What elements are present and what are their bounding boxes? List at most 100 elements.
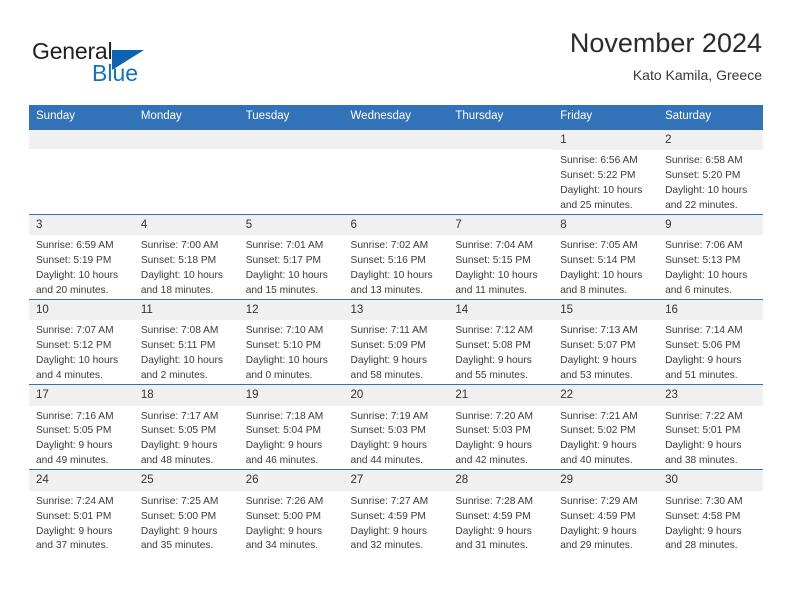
calendar-day-cell[interactable]: 24 Sunrise: 7:24 AM Sunset: 5:01 PM Dayligh… <box>29 469 134 555</box>
day-info-line: Sunrise: 7:10 AM <box>245 325 324 337</box>
calendar-day-cell[interactable]: 20 Sunrise: 7:19 AM Sunset: 5:03 PM Dayligh… <box>343 384 449 470</box>
calendar-day-cell-empty <box>133 128 239 215</box>
day-info-line: Sunrise: 6:59 AM <box>36 240 114 252</box>
day-sun-info: Sunrise: 6:59 AM Sunset: 5:19 PM Daylight:… <box>29 235 134 299</box>
day-info-line: Sunrise: 6:58 AM <box>665 155 743 167</box>
calendar-day-cell[interactable]: 23 Sunrise: 7:22 AM Sunset: 5:01 PM Dayligh… <box>658 384 763 470</box>
calendar-day-cell[interactable]: 17 Sunrise: 7:16 AM Sunset: 5:05 PM Dayligh… <box>29 384 134 470</box>
day-info-line: Sunset: 5:10 PM <box>245 340 322 352</box>
day-sun-info: Sunrise: 7:13 AM Sunset: 5:07 PM Daylight:… <box>553 320 658 384</box>
day-info-line: Sunset: 5:09 PM <box>350 340 426 352</box>
day-info-line: and 48 minutes. <box>140 455 214 467</box>
day-sun-info: Sunrise: 7:25 AM Sunset: 5:00 PM Daylight:… <box>134 491 239 555</box>
day-info-line: Sunset: 4:59 PM <box>455 510 531 522</box>
calendar-day-cell[interactable]: 19 Sunrise: 7:18 AM Sunset: 5:04 PM Dayligh… <box>238 384 344 470</box>
day-info-line: and 38 minutes. <box>665 455 738 467</box>
day-info-line: Sunset: 4:58 PM <box>665 510 741 522</box>
day-info-line: Sunrise: 7:12 AM <box>455 325 533 337</box>
day-info-line: Daylight: 9 hours <box>560 525 637 537</box>
day-info-line: and 22 minutes. <box>665 199 738 211</box>
day-number: 10 <box>29 300 134 321</box>
weekday-header-friday: Friday <box>553 105 659 130</box>
day-info-line: Sunrise: 7:01 AM <box>245 240 324 252</box>
calendar-day-cell[interactable]: 29 Sunrise: 7:29 AM Sunset: 4:59 PM Dayligh… <box>553 469 659 555</box>
calendar-day-cell[interactable]: 21 Sunrise: 7:20 AM Sunset: 5:03 PM Dayligh… <box>448 384 554 470</box>
day-info-line: and 2 minutes. <box>140 370 208 382</box>
day-number: 6 <box>343 214 449 236</box>
day-info-line: and 31 minutes. <box>455 540 528 552</box>
calendar-day-cell[interactable]: 28 Sunrise: 7:28 AM Sunset: 4:59 PM Dayligh… <box>448 469 554 555</box>
calendar-day-cell[interactable]: 30 Sunrise: 7:30 AM Sunset: 4:58 PM Dayligh… <box>658 469 763 555</box>
day-info-line: Sunset: 5:14 PM <box>560 255 636 267</box>
day-sun-info: Sunrise: 7:30 AM Sunset: 4:58 PM Daylight:… <box>658 491 763 555</box>
calendar-day-cell[interactable]: 10 Sunrise: 7:07 AM Sunset: 5:12 PM Dayligh… <box>29 299 134 385</box>
day-info-line: Sunset: 5:00 PM <box>140 510 217 522</box>
day-info-line: Sunrise: 7:17 AM <box>140 410 219 422</box>
day-info-line: Sunrise: 6:56 AM <box>560 155 638 167</box>
day-sun-info: Sunrise: 7:28 AM Sunset: 4:59 PM Daylight:… <box>448 491 553 555</box>
day-sun-info: Sunrise: 7:27 AM Sunset: 4:59 PM Daylight:… <box>344 491 449 555</box>
calendar-day-cell[interactable]: 15 Sunrise: 7:13 AM Sunset: 5:07 PM Dayligh… <box>553 299 659 385</box>
day-number: 20 <box>343 385 449 406</box>
calendar-day-cell[interactable]: 13 Sunrise: 7:11 AM Sunset: 5:09 PM Dayligh… <box>343 299 449 385</box>
calendar-day-cell[interactable]: 3 Sunrise: 6:59 AM Sunset: 5:19 PM Daylight… <box>29 213 134 300</box>
calendar-day-cell[interactable]: 27 Sunrise: 7:27 AM Sunset: 4:59 PM Dayligh… <box>343 469 449 555</box>
calendar-day-cell[interactable]: 8 Sunrise: 7:05 AM Sunset: 5:14 PM Daylight… <box>553 213 659 300</box>
calendar-day-cell[interactable]: 25 Sunrise: 7:25 AM Sunset: 5:00 PM Dayligh… <box>133 469 239 555</box>
calendar-day-cell[interactable]: 18 Sunrise: 7:17 AM Sunset: 5:05 PM Dayligh… <box>133 384 239 470</box>
day-info-line: Daylight: 10 hours <box>245 355 328 367</box>
day-info-line: Sunrise: 7:27 AM <box>350 495 429 507</box>
title-block: November 2024 Kato Kamila, Greece <box>570 28 762 83</box>
calendar-day-cell[interactable]: 2 Sunrise: 6:58 AM Sunset: 5:20 PM Daylight… <box>658 128 763 215</box>
calendar-day-cell[interactable]: 7 Sunrise: 7:04 AM Sunset: 5:15 PM Daylight… <box>448 213 554 300</box>
day-info-line: Daylight: 9 hours <box>560 440 637 452</box>
day-info-line: Daylight: 10 hours <box>665 185 748 197</box>
day-sun-info: Sunrise: 7:19 AM Sunset: 5:03 PM Daylight:… <box>344 406 449 470</box>
day-number: 24 <box>29 470 134 491</box>
calendar-day-cell[interactable]: 5 Sunrise: 7:01 AM Sunset: 5:17 PM Daylight… <box>238 213 344 300</box>
day-sun-info: Sunrise: 7:07 AM Sunset: 5:12 PM Daylight:… <box>29 320 134 384</box>
day-info-line: Daylight: 9 hours <box>36 525 113 537</box>
brand-logo[interactable]: General Blue <box>32 34 262 92</box>
day-sun-info: Sunrise: 7:06 AM Sunset: 5:13 PM Daylight:… <box>658 235 763 299</box>
day-info-line: Daylight: 10 hours <box>665 270 748 282</box>
day-info-line: and 18 minutes. <box>140 285 214 297</box>
day-info-line: Daylight: 9 hours <box>245 440 323 452</box>
day-sun-info: Sunrise: 7:29 AM Sunset: 4:59 PM Daylight:… <box>553 491 658 555</box>
day-info-line: Sunrise: 7:29 AM <box>560 495 638 507</box>
day-sun-info: Sunrise: 7:12 AM Sunset: 5:08 PM Daylight:… <box>448 320 553 384</box>
calendar-day-cell[interactable]: 16 Sunrise: 7:14 AM Sunset: 5:06 PM Dayligh… <box>658 299 763 385</box>
calendar-day-cell[interactable]: 1 Sunrise: 6:56 AM Sunset: 5:22 PM Daylight… <box>553 128 659 215</box>
day-info-line: Sunset: 5:19 PM <box>36 255 112 267</box>
calendar-day-cell[interactable]: 9 Sunrise: 7:06 AM Sunset: 5:13 PM Daylight… <box>658 213 763 300</box>
day-info-line: Daylight: 10 hours <box>36 270 119 282</box>
calendar-day-cell[interactable]: 6 Sunrise: 7:02 AM Sunset: 5:16 PM Daylight… <box>343 213 449 300</box>
day-number: 23 <box>658 385 763 406</box>
day-info-line: Sunset: 5:05 PM <box>140 425 217 437</box>
day-info-line: Sunrise: 7:19 AM <box>350 410 429 422</box>
calendar-week-row: 24 Sunrise: 7:24 AM Sunset: 5:01 PM Dayligh… <box>29 469 763 555</box>
calendar-day-cell[interactable]: 22 Sunrise: 7:21 AM Sunset: 5:02 PM Dayligh… <box>553 384 659 470</box>
calendar-day-cell[interactable]: 12 Sunrise: 7:10 AM Sunset: 5:10 PM Dayligh… <box>238 299 344 385</box>
day-info-line: and 28 minutes. <box>665 540 738 552</box>
calendar-day-cell[interactable]: 14 Sunrise: 7:12 AM Sunset: 5:08 PM Dayligh… <box>448 299 554 385</box>
weekday-header-row: Sunday Monday Tuesday Wednesday Thursday Frid… <box>29 105 763 130</box>
day-info-line: Daylight: 9 hours <box>245 525 323 537</box>
calendar-week-row: 3 Sunrise: 6:59 AM Sunset: 5:19 PM Daylight… <box>29 213 763 300</box>
day-info-line: Sunrise: 7:11 AM <box>350 325 428 337</box>
day-sun-info: Sunrise: 6:56 AM Sunset: 5:22 PM Daylight:… <box>553 150 658 214</box>
calendar-day-cell[interactable]: 4 Sunrise: 7:00 AM Sunset: 5:18 PM Daylight… <box>133 213 239 300</box>
day-sun-info: Sunrise: 7:20 AM Sunset: 5:03 PM Daylight:… <box>448 406 553 470</box>
calendar-body: 1 Sunrise: 6:56 AM Sunset: 5:22 PM Daylight… <box>29 128 763 555</box>
day-number <box>29 129 134 149</box>
day-sun-info: Sunrise: 7:11 AM Sunset: 5:09 PM Daylight:… <box>344 320 449 384</box>
calendar-day-cell[interactable]: 11 Sunrise: 7:08 AM Sunset: 5:11 PM Dayligh… <box>133 299 239 385</box>
day-info-line: Daylight: 9 hours <box>455 525 532 537</box>
day-info-line: Sunrise: 7:13 AM <box>560 325 638 337</box>
day-info-line: and 15 minutes. <box>245 285 319 297</box>
day-info-line: Sunrise: 7:21 AM <box>560 410 638 422</box>
day-info-line: Sunrise: 7:28 AM <box>455 495 533 507</box>
day-info-line: Sunrise: 7:07 AM <box>36 325 114 337</box>
day-number: 29 <box>553 470 659 491</box>
calendar-day-cell[interactable]: 26 Sunrise: 7:26 AM Sunset: 5:00 PM Dayligh… <box>238 469 344 555</box>
